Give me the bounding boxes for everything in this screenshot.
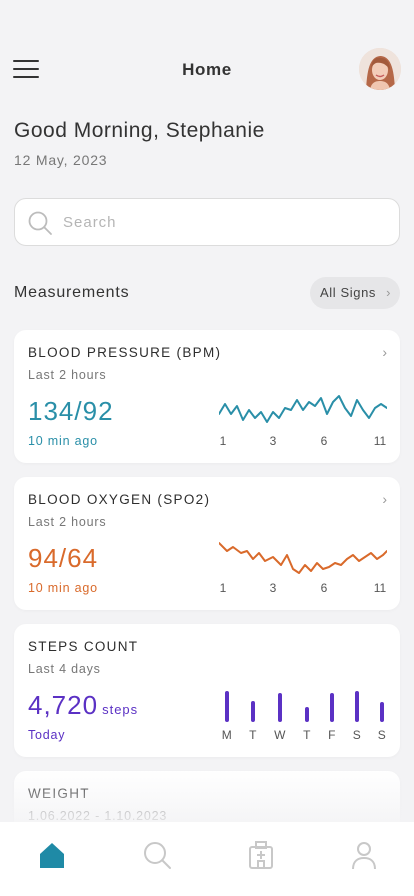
greeting-text: Good Morning, Stephanie xyxy=(14,119,265,142)
blood-oxygen-sparkline xyxy=(219,542,387,574)
steps-day-labels: M T W T F S S xyxy=(219,728,391,744)
steps-number: 4,720 xyxy=(28,690,99,720)
day-label: T xyxy=(249,728,257,742)
steps-period-text: Today xyxy=(28,728,66,742)
measurements-title: Measurements xyxy=(14,284,130,301)
chevron-right-icon: › xyxy=(382,344,387,360)
day-label: T xyxy=(303,728,311,742)
page-title: Home xyxy=(182,60,232,79)
day-label: S xyxy=(377,728,387,742)
card-title: BLOOD PRESSURE (BPM) xyxy=(28,345,222,360)
x-axis-label: 3 xyxy=(269,434,277,448)
blood-oxygen-card[interactable]: BLOOD OXYGEN (SPO2) Last 2 hours › 94/64… xyxy=(14,477,400,610)
home-icon[interactable] xyxy=(37,840,67,870)
chevron-right-icon: › xyxy=(382,491,387,507)
day-label: F xyxy=(328,728,336,742)
steps-bar xyxy=(278,693,282,722)
hospital-icon[interactable] xyxy=(246,840,276,870)
search-input[interactable] xyxy=(63,199,383,245)
card-title: WEIGHT xyxy=(28,786,90,801)
x-axis-label: 11 xyxy=(373,434,387,448)
steps-bar xyxy=(330,693,334,722)
avatar-image xyxy=(359,48,401,90)
steps-bar xyxy=(355,691,359,722)
blood-pressure-card[interactable]: BLOOD PRESSURE (BPM) Last 2 hours › 134/… xyxy=(14,330,400,463)
card-subtitle: 1.06.2022 - 1.10.2023 xyxy=(28,809,168,822)
blood-pressure-value: 134/92 xyxy=(28,396,114,426)
day-label: W xyxy=(274,728,286,742)
card-title: BLOOD OXYGEN (SPO2) xyxy=(28,492,211,507)
x-axis-labels: 1 3 6 11 xyxy=(217,581,389,597)
bottom-tab-bar xyxy=(0,822,414,896)
steps-unit: steps xyxy=(102,702,139,717)
top-bar: Home xyxy=(0,44,414,96)
day-label: S xyxy=(352,728,362,742)
x-axis-label: 6 xyxy=(320,434,328,448)
steps-bar xyxy=(380,702,384,722)
all-signs-label: All Signs xyxy=(320,285,376,300)
blood-pressure-sparkline xyxy=(219,395,387,423)
card-subtitle: Last 4 days xyxy=(28,662,101,676)
x-axis-label: 1 xyxy=(219,434,227,448)
search-icon[interactable] xyxy=(142,840,172,870)
day-label: M xyxy=(221,728,233,742)
card-subtitle: Last 2 hours xyxy=(28,368,107,382)
chevron-right-icon: › xyxy=(386,285,391,300)
last-updated-text: 10 min ago xyxy=(28,581,98,595)
steps-bar xyxy=(251,701,255,722)
card-subtitle: Last 2 hours xyxy=(28,515,107,529)
x-axis-labels: 1 3 6 11 xyxy=(217,434,389,450)
steps-bar xyxy=(305,707,309,722)
blood-oxygen-value: 94/64 xyxy=(28,543,99,573)
steps-bar xyxy=(225,691,229,722)
all-signs-button[interactable]: All Signs › xyxy=(310,277,400,309)
card-title: STEPS COUNT xyxy=(28,639,139,654)
date-text: 12 May, 2023 xyxy=(14,152,108,168)
last-updated-text: 10 min ago xyxy=(28,434,98,448)
x-axis-label: 6 xyxy=(320,581,328,595)
search-bar[interactable] xyxy=(14,198,400,246)
x-axis-label: 3 xyxy=(269,581,277,595)
profile-icon[interactable] xyxy=(349,840,379,870)
x-axis-label: 11 xyxy=(373,581,387,595)
x-axis-label: 1 xyxy=(219,581,227,595)
user-avatar[interactable] xyxy=(359,48,401,90)
steps-count-card[interactable]: STEPS COUNT Last 4 days 4,720 steps Today… xyxy=(14,624,400,757)
steps-bar-chart xyxy=(219,682,391,722)
weight-card[interactable]: WEIGHT 1.06.2022 - 1.10.2023 xyxy=(14,771,400,822)
search-icon xyxy=(28,211,52,235)
steps-value: 4,720 steps xyxy=(28,690,138,721)
